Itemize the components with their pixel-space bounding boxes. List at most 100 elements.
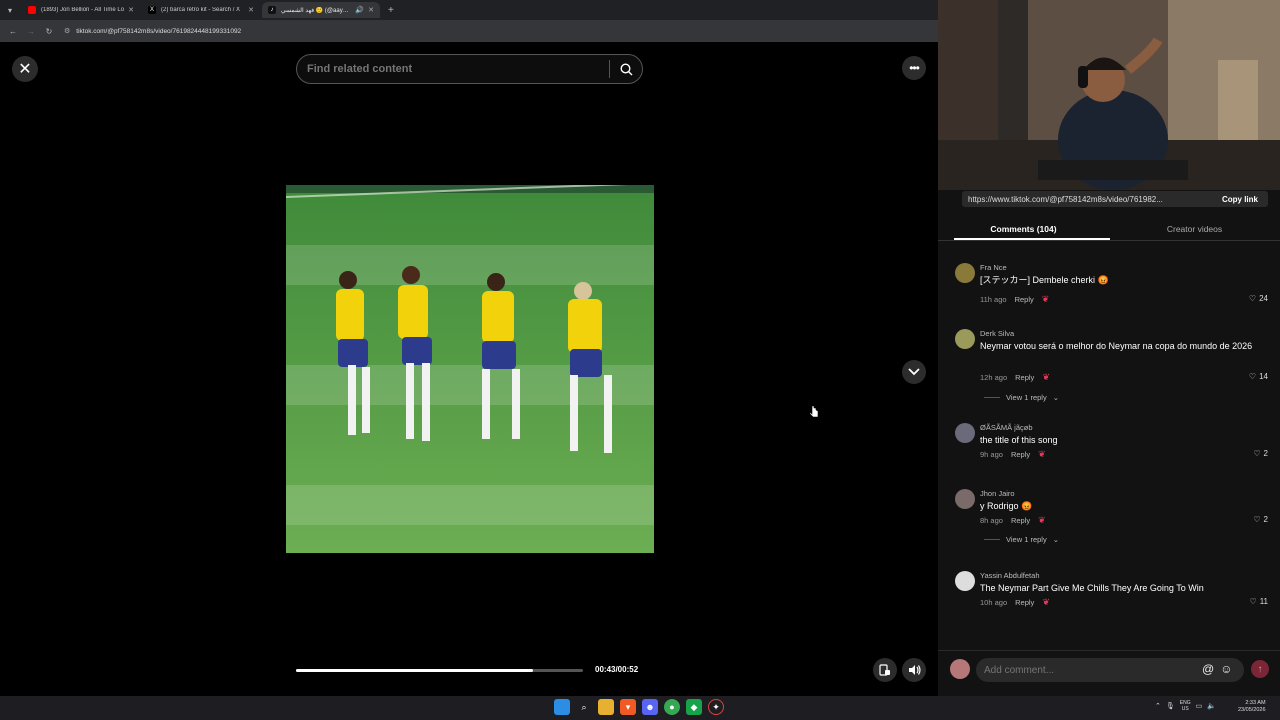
reply-button[interactable]: Reply [1015,598,1034,607]
heart-icon: ♡ [1249,597,1257,606]
chevron-down-icon: ⌄ [1052,535,1060,544]
clock-date: 23/05/2026 [1238,707,1266,713]
view-replies-button[interactable]: View 1 reply ⌄ [984,393,1059,402]
discord-icon[interactable]: ☻ [642,699,658,715]
search-icon[interactable]: ⌕ [576,699,592,715]
app-green-icon[interactable]: ◆ [686,699,702,715]
clock[interactable]: 2:33 AM 23/05/2026 [1238,700,1266,714]
avatar[interactable] [955,263,975,283]
comment-author[interactable]: ØÃSÃMÃ jãçøb [980,423,1033,432]
tab-comments[interactable]: Comments (104) [938,217,1109,240]
comment-author[interactable]: Yassin Abdulfetah [980,571,1040,580]
creator-liked-icon: ❦ [1038,449,1046,459]
search-input[interactable] [297,63,609,75]
avatar[interactable] [955,571,975,591]
file-explorer-icon[interactable] [598,699,614,715]
url-text: tiktok.com/@pf758142m8s/video/7619824448… [76,27,242,35]
tab-label: (2) barca retro kit - Search / X [161,7,241,13]
like-button[interactable]: ♡ 2 [1253,515,1268,524]
network-icon[interactable]: ▭ [1196,702,1203,710]
like-button[interactable]: ♡ 11 [1250,597,1268,606]
app-settings-icon[interactable]: ✦ [708,699,724,715]
like-button[interactable]: ♡ 24 [1249,294,1268,303]
comment-meta: 9h ago Reply ❦ [980,449,1046,460]
like-count: 11 [1259,597,1268,606]
reply-button[interactable]: Reply [1011,450,1030,459]
comment-list: Fra Nce [ステッカー] Dembele cherki 😡 11h ago… [938,260,1280,642]
post-comment-button[interactable]: ↑ [1251,660,1269,678]
reload-icon[interactable]: ↻ [44,27,54,36]
like-count: 24 [1259,294,1268,303]
comment-author[interactable]: Fra Nce [980,263,1007,272]
language-indicator[interactable]: ENG US [1180,700,1191,712]
reply-button[interactable]: Reply [1011,516,1030,525]
reply-button[interactable]: Reply [1015,295,1034,304]
avatar[interactable] [955,329,975,349]
browser-tab-x[interactable]: X (2) barca retro kit - Search / X ✕ [142,2,260,18]
url-field[interactable]: ⚙ tiktok.com/@pf758142m8s/video/76198244… [64,27,242,36]
tab-close-icon[interactable]: ✕ [368,6,374,14]
like-count: 2 [1263,515,1268,524]
volume-button[interactable] [902,658,926,682]
tab-close-icon[interactable]: ✕ [128,6,134,14]
active-tab-indicator [954,238,1110,240]
search-button[interactable] [610,62,642,76]
tab-label: (1893) Jon Bellion - All Time Lo [41,7,125,13]
next-video-button[interactable] [902,360,926,384]
chevron-down-icon [908,368,920,376]
system-tray: ⌃ 🎙 ENG US ▭ 🔈 [1155,700,1216,712]
view-replies-label: View 1 reply [1006,535,1047,544]
brave-browser-icon[interactable]: ▾ [620,699,636,715]
heart-icon: ♡ [1248,372,1257,381]
forward-icon[interactable]: → [26,27,36,36]
like-button[interactable]: ♡ 14 [1249,372,1268,381]
copy-link-button[interactable]: Copy link [1212,195,1268,204]
chevron-up-icon[interactable]: ⌃ [1155,702,1161,710]
close-button[interactable]: ✕ [12,56,38,82]
comment-age: 9h ago [980,450,1003,459]
chevron-down-icon: ⌄ [1052,393,1060,402]
tab-creator-videos[interactable]: Creator videos [1109,217,1280,240]
back-icon[interactable]: ← [8,27,18,36]
comment-meta: 8h ago Reply ❦ [980,515,1046,526]
share-url[interactable]: https://www.tiktok.com/@pf758142m8s/vide… [968,195,1212,204]
view-replies-button[interactable]: View 1 reply ⌄ [984,535,1059,544]
avatar[interactable] [955,423,975,443]
avatar[interactable] [955,489,975,509]
chrome-icon[interactable]: ● [664,699,680,715]
picture-in-picture-icon [879,664,890,676]
emoji-icon[interactable]: ☺ [1220,662,1232,676]
video-progress-bar[interactable] [296,669,583,672]
video-time: 00:43/00:52 [595,665,639,674]
mention-icon[interactable]: @ [1202,662,1214,676]
address-bar: ← → ↻ ⚙ tiktok.com/@pf758142m8s/video/76… [0,20,938,42]
tab-search-icon[interactable]: ▾ [0,0,20,20]
reply-button[interactable]: Reply [1015,373,1034,382]
comment-author[interactable]: Derk Silva [980,329,1014,338]
floating-player-button[interactable] [873,658,897,682]
volume-icon[interactable]: 🔈 [1207,702,1216,710]
video-frame[interactable] [286,185,654,553]
new-tab-button[interactable]: + [388,5,394,16]
more-options-button[interactable]: ••• [902,56,926,80]
like-button[interactable]: ♡ 2 [1253,449,1268,458]
avatar [950,659,970,679]
tab-close-icon[interactable]: ✕ [248,6,254,14]
creator-liked-icon: ❦ [1042,372,1050,382]
comment-author[interactable]: Jhon Jairo [980,489,1015,498]
microphone-icon[interactable]: 🎙 [1166,702,1175,710]
taskbar-apps: ⌕ ▾ ☻ ● ◆ ✦ [554,699,724,715]
speaker-icon[interactable]: 🔊 [355,6,364,14]
browser-tab-youtube[interactable]: (1893) Jon Bellion - All Time Lo ✕ [22,2,140,18]
heart-icon: ♡ [1248,294,1257,303]
comment-meta: 12h ago Reply ❦ [980,372,1050,383]
browser-tab-tiktok[interactable]: ♪ فهد الشمسي 🙂 (@aaywasa) 🔊 ✕ [262,2,380,18]
site-info-icon[interactable]: ⚙ [64,27,70,35]
reply-line [984,539,1000,540]
like-count: 14 [1259,372,1268,381]
reply-line [984,397,1000,398]
creator-liked-icon: ❦ [1041,294,1050,304]
search-icon [619,62,632,75]
video-player: 00:43/00:52 [286,42,654,696]
windows-start-icon[interactable] [554,699,570,715]
